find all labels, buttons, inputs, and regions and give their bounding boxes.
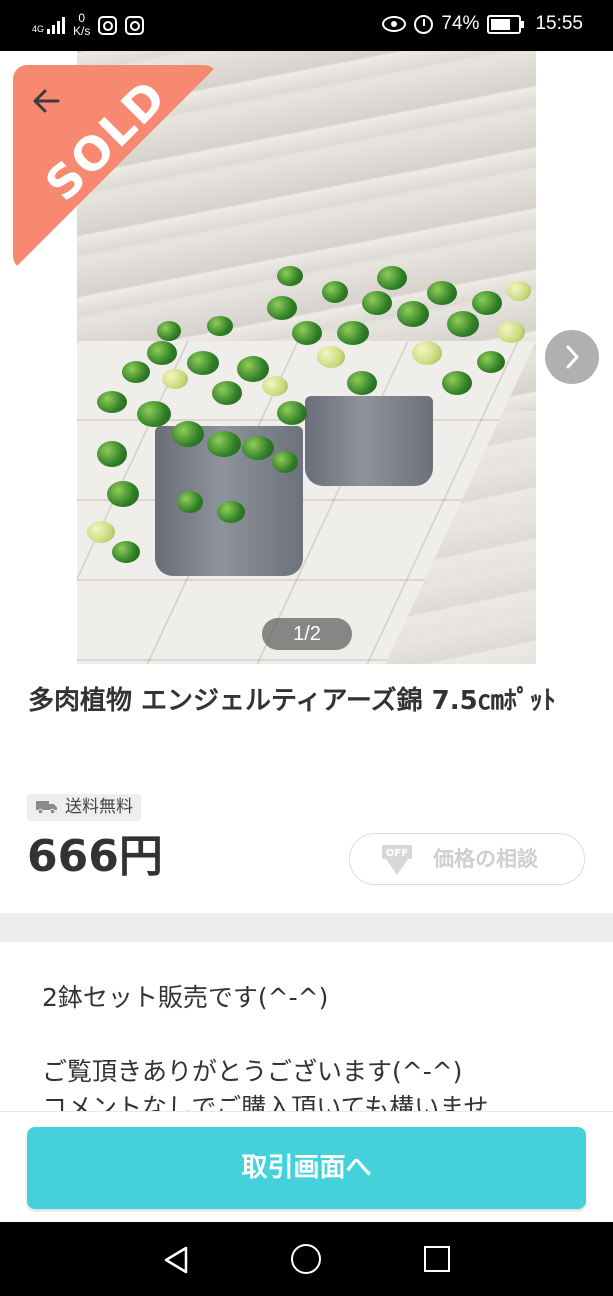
shipping-badge: 送料無料 (27, 794, 141, 821)
next-image-button[interactable] (545, 330, 599, 384)
clock: 15:55 (535, 13, 583, 34)
instagram-icon (125, 15, 145, 35)
nav-recent-apps-icon[interactable] (424, 1246, 450, 1272)
item-price: 666円 (27, 831, 163, 882)
alarm-icon (414, 14, 434, 34)
page-indicator: 1/2 (262, 618, 352, 650)
image-gallery[interactable]: SOLD 1/2 (0, 51, 613, 664)
eye-comfort-icon (382, 16, 407, 32)
network-speed: 0 K/s (73, 11, 91, 38)
battery-percent: 74% (441, 13, 480, 34)
nav-home-icon[interactable] (291, 1244, 321, 1274)
back-arrow-icon[interactable] (30, 84, 64, 118)
price-negotiation-button[interactable]: OFF 価格の相談 (349, 833, 585, 885)
price-negotiation-label: 価格の相談 (433, 847, 538, 871)
battery-icon (487, 14, 525, 34)
status-bar: 4G 0 K/s 74% 15:55 (0, 0, 613, 51)
network-type: 4G (32, 24, 45, 34)
price-off-icon: OFF (382, 845, 412, 875)
instagram-icon (98, 15, 118, 35)
system-navigation-bar (0, 1222, 613, 1296)
nav-back-icon[interactable] (162, 1245, 190, 1275)
signal-icon: 4G (32, 16, 66, 34)
svg-text:OFF: OFF (386, 848, 408, 859)
chevron-right-icon (566, 345, 579, 369)
shipping-label: 送料無料 (65, 797, 133, 817)
description-line: 2鉢セット販売です(^-^) (42, 983, 329, 1012)
section-divider (0, 913, 613, 942)
truck-icon (36, 801, 57, 814)
bottom-action-bar: 取引画面へ (0, 1111, 613, 1223)
item-title: 多肉植物 エンジェルティアーズ錦 7.5㎝ﾎﾟｯﾄ (28, 686, 556, 716)
description-line: ご覧頂きありがとうございます(^-^) (42, 1057, 463, 1086)
go-to-transaction-button[interactable]: 取引画面へ (27, 1127, 586, 1209)
